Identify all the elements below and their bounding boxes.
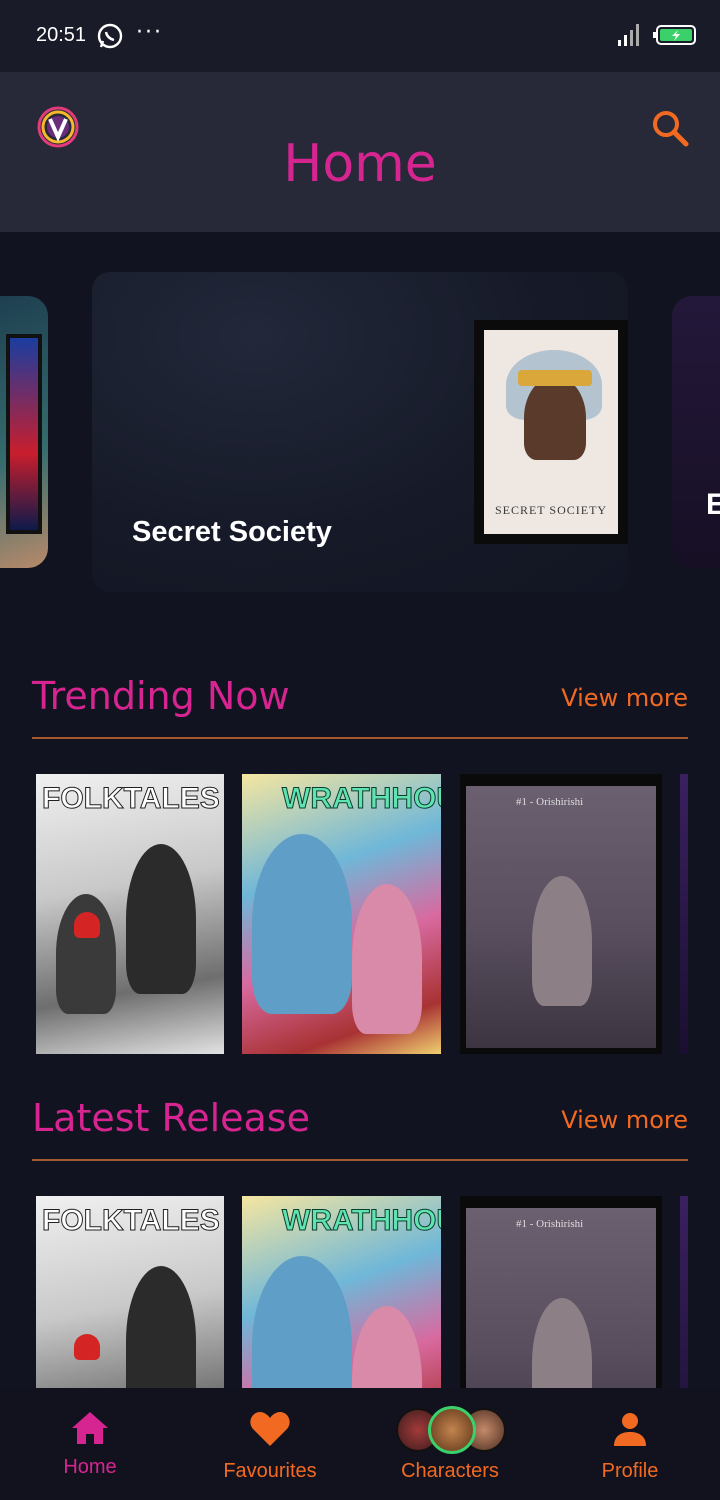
latest-section-title: Latest Release: [32, 1096, 310, 1140]
comic-cover-logo: FOLKTALES: [42, 782, 221, 816]
comic-card-folktales[interactable]: FOLKTALES: [36, 1196, 224, 1388]
nav-item-home[interactable]: Home: [0, 1388, 180, 1500]
bottom-navigation: Home Favourites Characters Profile: [0, 1388, 720, 1500]
featured-carousel[interactable]: Secret Society SECRET SOCIETY E: [0, 232, 720, 632]
search-icon[interactable]: [650, 108, 690, 148]
character-avatar: [428, 1406, 476, 1454]
comic-cover-title: #1 - Orishirishi: [516, 796, 584, 808]
comic-card-wrathhouse[interactable]: WRATHHOUSE: [242, 1196, 441, 1388]
battery-icon: [653, 25, 696, 45]
comic-cover-logo: WRATHHOUSE: [281, 1204, 441, 1238]
nav-label: Characters: [401, 1460, 499, 1482]
status-more-dots: ···: [136, 20, 163, 45]
featured-cover-label: SECRET SOCIETY: [494, 503, 608, 517]
cover-artwork-face: [524, 376, 586, 460]
comic-cover-image: [6, 334, 42, 534]
comic-card-partial[interactable]: [680, 774, 688, 1054]
latest-comics-row[interactable]: FOLKTALES WRATHHOUSE #1 - Orishirishi: [36, 1196, 720, 1388]
carousel-card-featured[interactable]: Secret Society SECRET SOCIETY: [92, 272, 628, 592]
latest-view-more-link[interactable]: View more: [520, 1106, 688, 1134]
trending-comics-row[interactable]: FOLKTALES WRATHHOUSE #1 - Orishirishi: [36, 774, 720, 1054]
cover-artwork-figure: [532, 876, 592, 1006]
cover-artwork-mask: [74, 912, 100, 938]
signal-icon: [618, 24, 639, 46]
nav-label: Favourites: [223, 1460, 317, 1482]
carousel-card-previous[interactable]: [0, 296, 48, 568]
nav-label: Home: [63, 1456, 117, 1478]
comic-card-wrathhouse[interactable]: WRATHHOUSE: [242, 774, 441, 1054]
comic-card-folktales[interactable]: FOLKTALES: [36, 774, 224, 1054]
cover-artwork-mask: [74, 1334, 100, 1360]
cover-artwork-crown: [518, 370, 592, 386]
trending-view-more-link[interactable]: View more: [520, 684, 688, 712]
nav-item-favourites[interactable]: Favourites: [180, 1388, 360, 1500]
comic-cover-image: #1 - Orishirishi: [466, 1208, 656, 1388]
comic-cover-logo: WRATHHOUSE: [281, 782, 441, 816]
nav-item-characters[interactable]: Characters: [360, 1388, 540, 1500]
featured-comic-title: Secret Society: [132, 516, 332, 548]
comic-card-anikulapo[interactable]: #1 - Orishirishi: [460, 774, 662, 1054]
featured-comic-cover[interactable]: SECRET SOCIETY: [474, 320, 628, 544]
cover-artwork-figure: [352, 884, 422, 1034]
home-icon: [72, 1412, 108, 1444]
heart-icon: [250, 1412, 290, 1446]
cover-artwork-figure: [352, 1306, 422, 1388]
page-title: Home: [283, 134, 437, 194]
cover-artwork-figure: [126, 844, 196, 994]
comic-cover-image: #1 - Orishirishi: [466, 786, 656, 1048]
section-divider: [32, 1159, 688, 1161]
person-icon: [614, 1413, 646, 1446]
cover-artwork-figure: [252, 834, 352, 1014]
nav-label: Profile: [601, 1460, 659, 1482]
comic-cover-image: SECRET SOCIETY: [484, 330, 618, 534]
section-divider: [32, 737, 688, 739]
comic-cover-logo: FOLKTALES: [42, 1204, 221, 1238]
cover-artwork-figure: [252, 1256, 352, 1388]
app-header: Home: [0, 72, 720, 232]
whatsapp-icon: [97, 23, 123, 49]
comic-cover-title: #1 - Orishirishi: [516, 1218, 584, 1230]
comic-card-partial[interactable]: [680, 1196, 688, 1388]
next-card-title-initial: E: [706, 488, 720, 521]
cover-artwork-figure: [126, 1266, 196, 1388]
carousel-card-next[interactable]: [672, 296, 720, 568]
comic-card-anikulapo[interactable]: #1 - Orishirishi: [460, 1196, 662, 1388]
trending-section-title: Trending Now: [32, 674, 290, 718]
nav-item-profile[interactable]: Profile: [540, 1388, 720, 1500]
status-bar: 20:51 ···: [0, 0, 720, 72]
status-time: 20:51: [36, 24, 87, 46]
cover-artwork-figure: [532, 1298, 592, 1388]
